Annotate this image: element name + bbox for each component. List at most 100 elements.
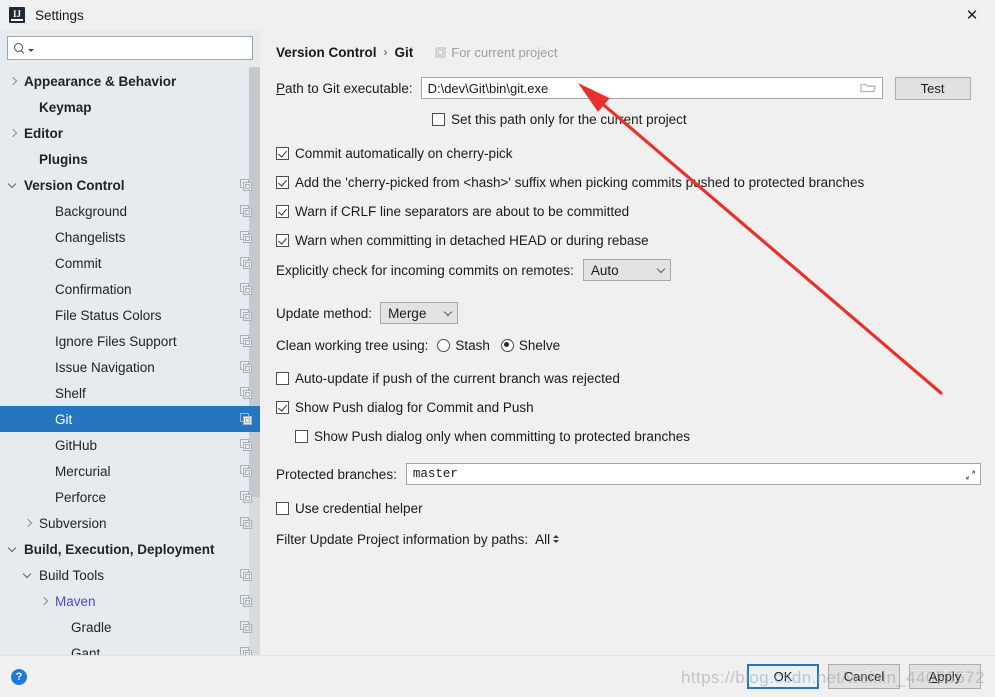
protected-branches-label: Protected branches:: [276, 467, 397, 482]
sidebar-item-issue-navigation[interactable]: Issue Navigation: [0, 354, 260, 380]
incoming-commits-value: Auto: [591, 263, 647, 278]
cancel-button[interactable]: Cancel: [828, 664, 900, 689]
sidebar-item-shelf[interactable]: Shelf: [0, 380, 260, 406]
project-scope-icon: [240, 621, 252, 633]
chevron-right-icon[interactable]: [38, 595, 51, 608]
breadcrumb-current: Git: [395, 45, 414, 60]
sidebar-item-appearance-behavior[interactable]: Appearance & Behavior: [0, 68, 260, 94]
chevron-down-icon: [444, 309, 453, 318]
filter-update-project-value[interactable]: All: [535, 532, 550, 547]
use-credential-helper-checkbox[interactable]: [276, 502, 289, 515]
shelve-radio[interactable]: [501, 339, 514, 352]
sidebar-item-version-control[interactable]: Version Control: [0, 172, 260, 198]
sidebar-item-editor[interactable]: Editor: [0, 120, 260, 146]
sidebar-item-changelists[interactable]: Changelists: [0, 224, 260, 250]
sidebar-item-gant[interactable]: Gant: [0, 640, 260, 655]
project-scope-icon: [240, 283, 252, 295]
show-push-dialog-protected-checkbox[interactable]: [295, 430, 308, 443]
auto-update-push-checkbox[interactable]: [276, 372, 289, 385]
chevron-down-icon[interactable]: [7, 543, 20, 556]
show-push-dialog-checkbox[interactable]: [276, 401, 289, 414]
sidebar-item-keymap[interactable]: Keymap: [0, 94, 260, 120]
sidebar-item-build-tools[interactable]: Build Tools: [0, 562, 260, 588]
folder-icon[interactable]: [860, 81, 876, 95]
sidebar-item-label: Editor: [24, 126, 63, 141]
set-path-only-checkbox[interactable]: [432, 113, 445, 126]
project-scope-icon: [240, 439, 252, 451]
chevron-right-icon[interactable]: [7, 127, 20, 140]
sidebar-item-label: Commit: [55, 256, 102, 271]
chevron-down-icon[interactable]: [7, 179, 20, 192]
project-scope-icon: [240, 335, 252, 347]
warn-detached-head-checkbox[interactable]: [276, 234, 289, 247]
close-icon[interactable]: ✕: [949, 0, 995, 30]
sidebar-item-confirmation[interactable]: Confirmation: [0, 276, 260, 302]
settings-tree[interactable]: Appearance & BehaviorKeymap Editor Plugins…: [0, 67, 260, 655]
checkbox-row: Add the 'cherry-picked from <hash>' suff…: [276, 168, 981, 197]
apply-button[interactable]: Apply: [909, 664, 981, 689]
settings-sidebar: Appearance & BehaviorKeymap Editor Plugins…: [0, 30, 260, 655]
search-icon: [13, 42, 26, 55]
ok-button[interactable]: OK: [747, 664, 819, 689]
path-to-git-input[interactable]: D:\dev\Git\bin\git.exe: [421, 77, 883, 99]
sidebar-item-git[interactable]: Git: [0, 406, 260, 432]
project-scope-icon: [240, 491, 252, 503]
warn-detached-head-label: Warn when committing in detached HEAD or…: [295, 233, 649, 248]
project-scope-icon: [240, 595, 252, 607]
project-scope-label: For current project: [435, 45, 557, 60]
sidebar-item-perforce[interactable]: Perforce: [0, 484, 260, 510]
show-push-dialog-label: Show Push dialog for Commit and Push: [295, 400, 534, 415]
tree-indent-spacer: [38, 387, 51, 400]
set-path-only-label: Set this path only for the current proje…: [451, 112, 687, 127]
incoming-commits-select[interactable]: Auto: [583, 259, 671, 281]
sidebar-item-mercurial[interactable]: Mercurial: [0, 458, 260, 484]
chevron-right-icon[interactable]: [7, 75, 20, 88]
sidebar-item-maven[interactable]: Maven: [0, 588, 260, 614]
sidebar-item-ignore-files-support[interactable]: Ignore Files Support: [0, 328, 260, 354]
help-icon[interactable]: ?: [11, 669, 27, 685]
search-box[interactable]: [7, 36, 253, 60]
sidebar-item-label: GitHub: [55, 438, 97, 453]
breadcrumb-parent[interactable]: Version Control: [276, 45, 377, 60]
checkbox-row: Auto-update if push of the current branc…: [276, 364, 981, 393]
tree-indent-spacer: [38, 205, 51, 218]
search-input[interactable]: [34, 41, 247, 55]
update-method-label: Update method:: [276, 306, 372, 321]
checkbox-row: Show Push dialog only when committing to…: [276, 422, 981, 451]
sidebar-item-background[interactable]: Background: [0, 198, 260, 224]
stash-radio[interactable]: [437, 339, 450, 352]
commit-automatically-cherry-pick-label: Commit automatically on cherry-pick: [295, 146, 513, 161]
sidebar-item-plugins[interactable]: Plugins: [0, 146, 260, 172]
project-scope-icon: [240, 361, 252, 373]
clean-working-tree-row: Clean working tree using: Stash Shelve: [276, 332, 981, 358]
sidebar-item-commit[interactable]: Commit: [0, 250, 260, 276]
warn-crlf-label: Warn if CRLF line separators are about t…: [295, 204, 629, 219]
protected-branches-input[interactable]: master: [406, 463, 981, 485]
warn-crlf-checkbox[interactable]: [276, 205, 289, 218]
tree-indent-spacer: [38, 361, 51, 374]
sidebar-item-subversion[interactable]: Subversion: [0, 510, 260, 536]
spinner-updown-icon[interactable]: [553, 535, 559, 543]
chevron-right-icon[interactable]: [22, 517, 35, 530]
tree-indent-spacer: [38, 231, 51, 244]
sidebar-item-gradle[interactable]: Gradle: [0, 614, 260, 640]
update-method-row: Update method: Merge: [276, 299, 981, 327]
sidebar-item-label: Perforce: [55, 490, 106, 505]
checkbox-row: Show Push dialog for Commit and Push: [276, 393, 981, 422]
add-cherry-picked-suffix-checkbox[interactable]: [276, 176, 289, 189]
chevron-down-icon[interactable]: [22, 569, 35, 582]
project-scope-icon: [435, 47, 446, 58]
sidebar-item-file-status-colors[interactable]: File Status Colors: [0, 302, 260, 328]
protected-branches-value: master: [413, 467, 960, 481]
sidebar-item-label: Ignore Files Support: [55, 334, 177, 349]
sidebar-item-github[interactable]: GitHub: [0, 432, 260, 458]
tree-indent-spacer: [38, 335, 51, 348]
expand-icon[interactable]: [965, 469, 976, 480]
commit-automatically-cherry-pick-checkbox[interactable]: [276, 147, 289, 160]
test-button[interactable]: Test: [895, 77, 971, 100]
sidebar-item-label: Changelists: [55, 230, 126, 245]
sidebar-item-build-execution-deployment[interactable]: Build, Execution, Deployment: [0, 536, 260, 562]
checkbox-row: Use credential helper: [276, 494, 981, 523]
project-scope-icon: [240, 387, 252, 399]
update-method-select[interactable]: Merge: [380, 302, 458, 324]
